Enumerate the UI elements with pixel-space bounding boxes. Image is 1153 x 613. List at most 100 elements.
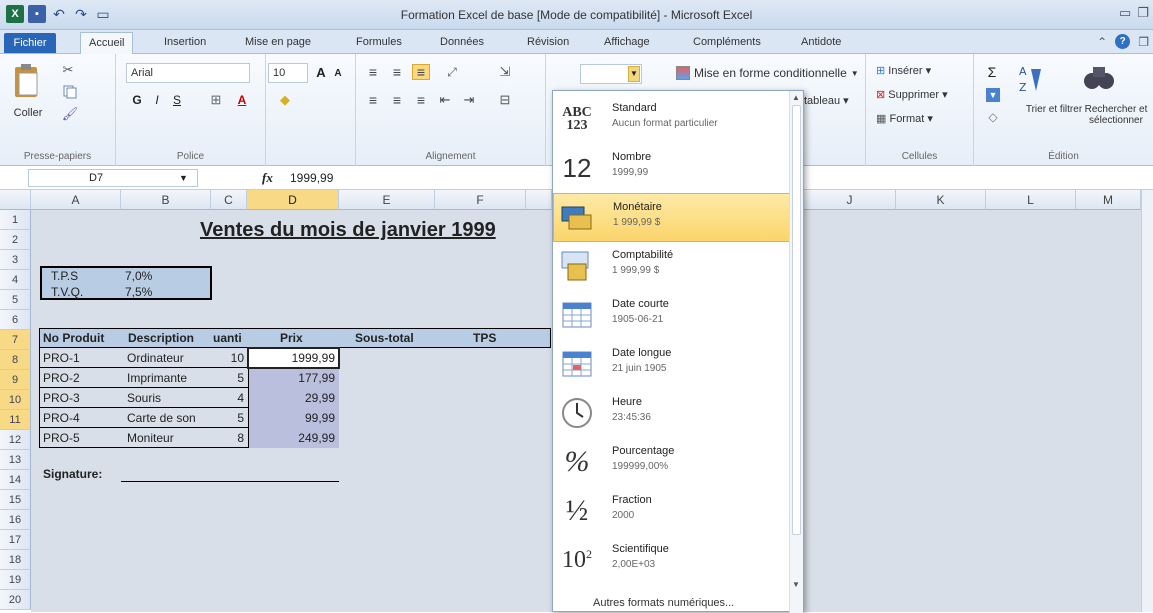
find-select-icon[interactable] <box>1082 62 1116 94</box>
row-header[interactable]: 4 <box>0 270 31 290</box>
find-select-button[interactable]: Rechercher et sélectionner <box>1080 104 1152 126</box>
number-format-item[interactable]: Monétaire 1 999,99 $ <box>553 193 791 242</box>
number-format-item[interactable]: Date courte 1905-06-21 <box>553 291 791 340</box>
product-id[interactable]: PRO-5 <box>40 430 124 446</box>
format-cells-button[interactable]: ▦ Format ▾ <box>876 112 933 125</box>
column-header-c[interactable]: C <box>211 190 247 210</box>
header-description[interactable]: Description <box>125 330 197 346</box>
restore-workbook-icon[interactable]: ❐ <box>1138 35 1149 49</box>
number-format-item[interactable]: % Pourcentage 199999,00% <box>553 438 791 487</box>
shrink-font-icon[interactable]: A <box>332 66 344 80</box>
number-format-item[interactable]: Heure 23:45:36 <box>553 389 791 438</box>
column-header-l[interactable]: L <box>986 190 1076 210</box>
decrease-indent-icon[interactable]: ⇤ <box>436 92 454 108</box>
column-header-f[interactable]: F <box>435 190 526 210</box>
product-description[interactable]: Ordinateur <box>124 350 208 366</box>
paste-button[interactable]: Coller <box>8 106 48 120</box>
column-header-d[interactable]: D <box>247 190 339 210</box>
row-header[interactable]: 13 <box>0 450 31 470</box>
row-header[interactable]: 8 <box>0 350 31 370</box>
product-id[interactable]: PRO-3 <box>40 390 124 406</box>
tab-donnees[interactable]: Données <box>440 36 484 48</box>
grow-font-icon[interactable]: A <box>314 64 328 80</box>
more-number-formats[interactable]: Autres formats numériques... <box>593 597 734 609</box>
tab-mise-en-page[interactable]: Mise en page <box>245 36 311 48</box>
restore-icon[interactable]: ❐ <box>1137 5 1149 21</box>
tab-antidote[interactable]: Antidote <box>801 36 841 48</box>
row-header[interactable]: 3 <box>0 250 31 270</box>
tvq-label[interactable]: T.V.Q. <box>48 284 86 300</box>
tab-formules[interactable]: Formules <box>356 36 402 48</box>
scroll-down-icon[interactable]: ▼ <box>792 580 800 589</box>
align-right-icon[interactable]: ≡ <box>412 92 430 108</box>
product-description[interactable]: Moniteur <box>124 430 208 446</box>
row-header[interactable]: 5 <box>0 290 31 310</box>
row-header[interactable]: 12 <box>0 430 31 450</box>
number-format-item[interactable]: 12 Nombre 1999,99 <box>553 144 791 193</box>
product-id[interactable]: PRO-1 <box>40 350 124 366</box>
insert-cells-button[interactable]: ⊞ Insérer ▾ <box>876 64 931 77</box>
select-all-corner[interactable] <box>0 190 31 210</box>
tab-insertion[interactable]: Insertion <box>164 36 206 48</box>
formula-input[interactable]: 1999,99 <box>290 171 333 185</box>
fill-icon[interactable]: ▼ <box>986 88 1000 102</box>
column-header-m[interactable]: M <box>1076 190 1141 210</box>
cut-icon[interactable]: ✂ <box>60 62 76 78</box>
row-header[interactable]: 19 <box>0 570 31 590</box>
product-description[interactable]: Imprimante <box>124 370 208 386</box>
align-bottom-icon[interactable]: ≡ <box>412 64 430 80</box>
name-box[interactable]: D7 ▼ <box>28 169 198 187</box>
column-header-a[interactable]: A <box>31 190 121 210</box>
row-header[interactable]: 6 <box>0 310 31 330</box>
number-format-dropdown-arrow[interactable]: ▼ <box>628 66 640 82</box>
tab-complements[interactable]: Compléments <box>693 36 761 48</box>
product-quantity[interactable]: 8 <box>211 430 247 446</box>
product-price[interactable]: 99,99 <box>248 410 338 426</box>
italic-button[interactable]: I <box>150 92 164 108</box>
number-format-item[interactable]: ABC 123 Standard Aucun format particulier <box>553 95 791 144</box>
minimize-icon[interactable]: ▭ <box>1119 5 1131 21</box>
align-center-icon[interactable]: ≡ <box>388 92 406 108</box>
tab-accueil[interactable]: Accueil <box>80 32 134 54</box>
increase-indent-icon[interactable]: ⇥ <box>460 92 478 108</box>
menu-scroll-thumb[interactable] <box>792 105 801 535</box>
column-header-k[interactable]: K <box>896 190 986 210</box>
sheet-title[interactable]: Ventes du mois de janvier 1999 <box>200 218 496 242</box>
row-header[interactable]: 2 <box>0 230 31 250</box>
header-prix[interactable]: Prix <box>277 330 306 346</box>
conditional-formatting-button[interactable]: Mise en forme conditionnelle ▼ <box>676 66 859 80</box>
row-header[interactable]: 15 <box>0 490 31 510</box>
format-painter-icon[interactable]: 🖌 <box>62 106 79 122</box>
fill-color-icon[interactable]: ◆ <box>276 92 294 108</box>
column-header-b[interactable]: B <box>121 190 211 210</box>
row-header[interactable]: 16 <box>0 510 31 530</box>
row-header[interactable]: 20 <box>0 590 31 610</box>
font-color-icon[interactable]: A <box>234 92 250 108</box>
product-description[interactable]: Souris <box>124 390 208 406</box>
number-format-item[interactable]: ½ Fraction 2000 <box>553 487 791 536</box>
product-price[interactable]: 29,99 <box>248 390 338 406</box>
format-as-table-button[interactable]: tableau ▾ <box>804 94 849 107</box>
merge-cells-icon[interactable]: ⊟ <box>496 92 514 108</box>
font-name-field[interactable]: Arial <box>126 63 250 83</box>
wrap-text-icon[interactable]: ⇲ <box>496 64 514 80</box>
row-header[interactable]: 17 <box>0 530 31 550</box>
tab-affichage[interactable]: Affichage <box>604 36 650 48</box>
tps-label[interactable]: T.P.S <box>48 268 81 284</box>
product-quantity[interactable]: 4 <box>211 390 247 406</box>
column-header-e[interactable]: E <box>339 190 435 210</box>
tab-fichier[interactable]: Fichier <box>4 33 56 53</box>
help-icon[interactable]: ? <box>1115 34 1131 49</box>
header-no-produit[interactable]: No Produit <box>40 330 107 346</box>
row-header[interactable]: 7 <box>0 330 31 350</box>
minimize-ribbon-icon[interactable]: ⌃ <box>1097 35 1107 49</box>
column-header-g[interactable] <box>526 190 552 210</box>
product-quantity[interactable]: 5 <box>211 410 247 426</box>
row-header[interactable]: 18 <box>0 550 31 570</box>
header-tps[interactable]: TPS <box>470 330 499 346</box>
bold-button[interactable]: G <box>130 92 144 108</box>
vertical-scrollbar[interactable] <box>1141 190 1153 612</box>
paste-icon[interactable] <box>10 62 44 102</box>
row-header[interactable]: 9 <box>0 370 31 390</box>
sort-filter-button[interactable]: Trier et filtrer <box>1024 104 1084 115</box>
